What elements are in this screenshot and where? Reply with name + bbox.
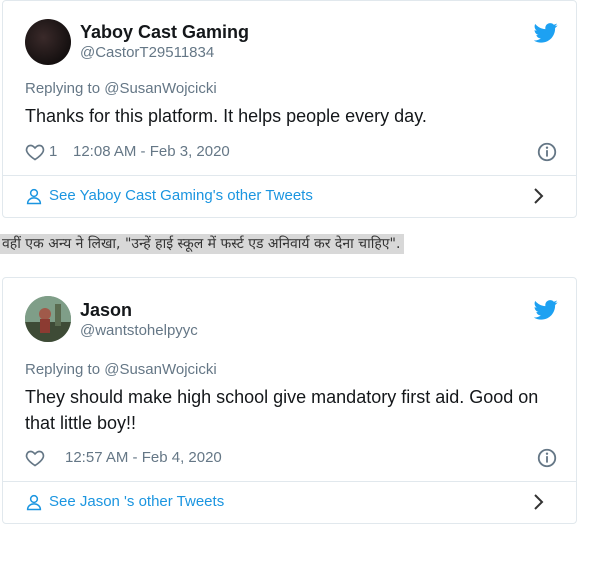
other-tweets-link[interactable]: See Jason 's other Tweets: [25, 491, 558, 515]
caption-text: वहीं एक अन्य ने लिखा, "उन्हें हाई स्कूल …: [0, 234, 405, 254]
replying-prefix: Replying to: [25, 80, 105, 97]
tweet-text: They should make high school give mandat…: [25, 384, 565, 436]
replying-to: Replying to @SusanWojcicki: [25, 80, 217, 97]
author-handle[interactable]: @wantstohelpyyc: [80, 322, 198, 339]
avatar[interactable]: [25, 296, 71, 342]
twitter-bird-icon[interactable]: [534, 23, 558, 43]
avatar[interactable]: [25, 19, 71, 65]
tweet-text-line: They should make high school give mandat…: [25, 387, 539, 407]
chevron-right-icon[interactable]: [532, 493, 546, 511]
tweet-meta: 12:57 AM - Feb 4, 2020: [25, 447, 558, 471]
tweet-text-line: that little boy!!: [25, 413, 137, 433]
like-count[interactable]: 1: [49, 143, 57, 160]
info-icon[interactable]: [536, 447, 558, 469]
person-icon: [26, 188, 42, 205]
info-icon[interactable]: [536, 141, 558, 163]
mention-link[interactable]: @SusanWojcicki: [104, 361, 217, 378]
heart-icon[interactable]: [25, 448, 45, 468]
tweet-text: Thanks for this platform. It helps peopl…: [25, 106, 427, 126]
author-name[interactable]: Yaboy Cast Gaming: [80, 22, 249, 43]
tweet-card: Jason @wantstohelpyyc Replying to @Susan…: [2, 277, 577, 524]
replying-to: Replying to @SusanWojcicki: [25, 361, 217, 378]
other-tweets-label[interactable]: See Yaboy Cast Gaming's other Tweets: [49, 187, 313, 204]
avatar-photo: [25, 296, 71, 342]
divider: [3, 481, 576, 482]
person-icon: [26, 494, 42, 511]
tweet-card: Yaboy Cast Gaming @CastorT29511834 Reply…: [2, 0, 577, 218]
mention-link[interactable]: @SusanWojcicki: [104, 80, 217, 97]
twitter-bird-icon[interactable]: [534, 300, 558, 320]
timestamp[interactable]: 12:08 AM - Feb 3, 2020: [73, 143, 230, 160]
timestamp[interactable]: 12:57 AM - Feb 4, 2020: [65, 449, 222, 466]
other-tweets-link[interactable]: See Yaboy Cast Gaming's other Tweets: [25, 185, 558, 209]
other-tweets-label[interactable]: See Jason 's other Tweets: [49, 493, 224, 510]
chevron-right-icon[interactable]: [532, 187, 546, 205]
divider: [3, 175, 576, 176]
tweet-meta: 1 12:08 AM - Feb 3, 2020: [25, 141, 558, 165]
heart-icon[interactable]: [25, 142, 45, 162]
author-handle[interactable]: @CastorT29511834: [80, 44, 214, 61]
replying-prefix: Replying to: [25, 361, 105, 378]
author-name[interactable]: Jason: [80, 300, 132, 321]
